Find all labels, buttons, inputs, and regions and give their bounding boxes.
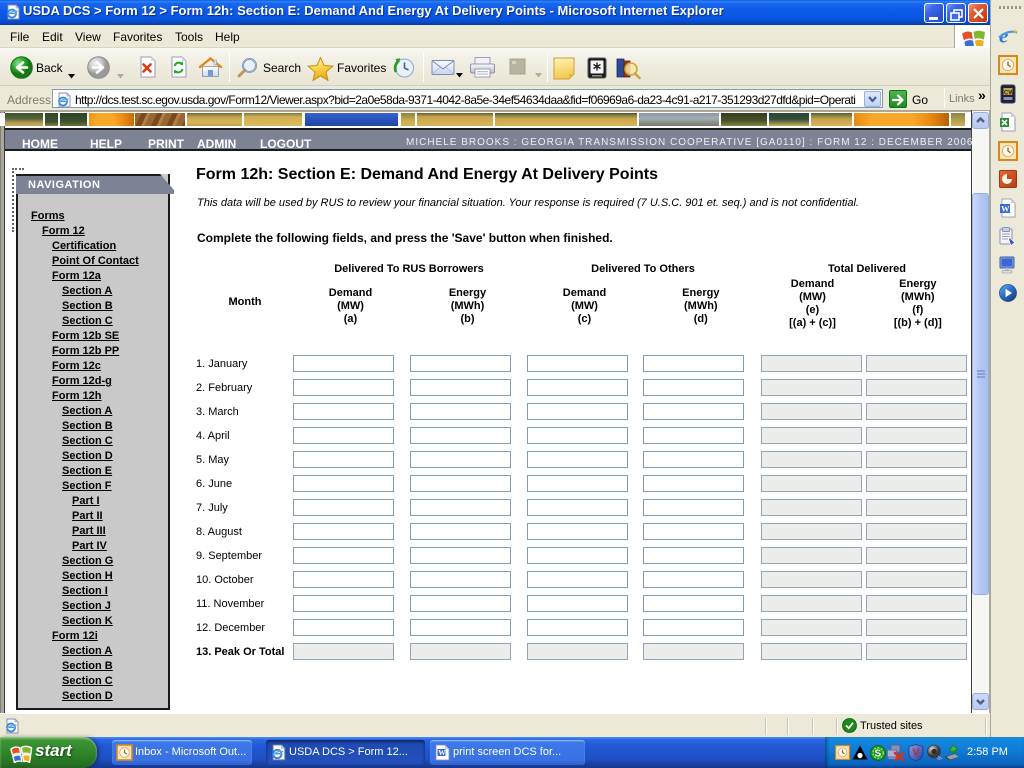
svg-text:W: W <box>438 748 446 757</box>
svg-text:»: » <box>978 89 986 102</box>
svg-text:V: V <box>912 747 919 759</box>
svg-text:W: W <box>1001 204 1010 214</box>
svg-text:CW: CW <box>1004 91 1014 97</box>
svg-text:S: S <box>875 749 882 760</box>
